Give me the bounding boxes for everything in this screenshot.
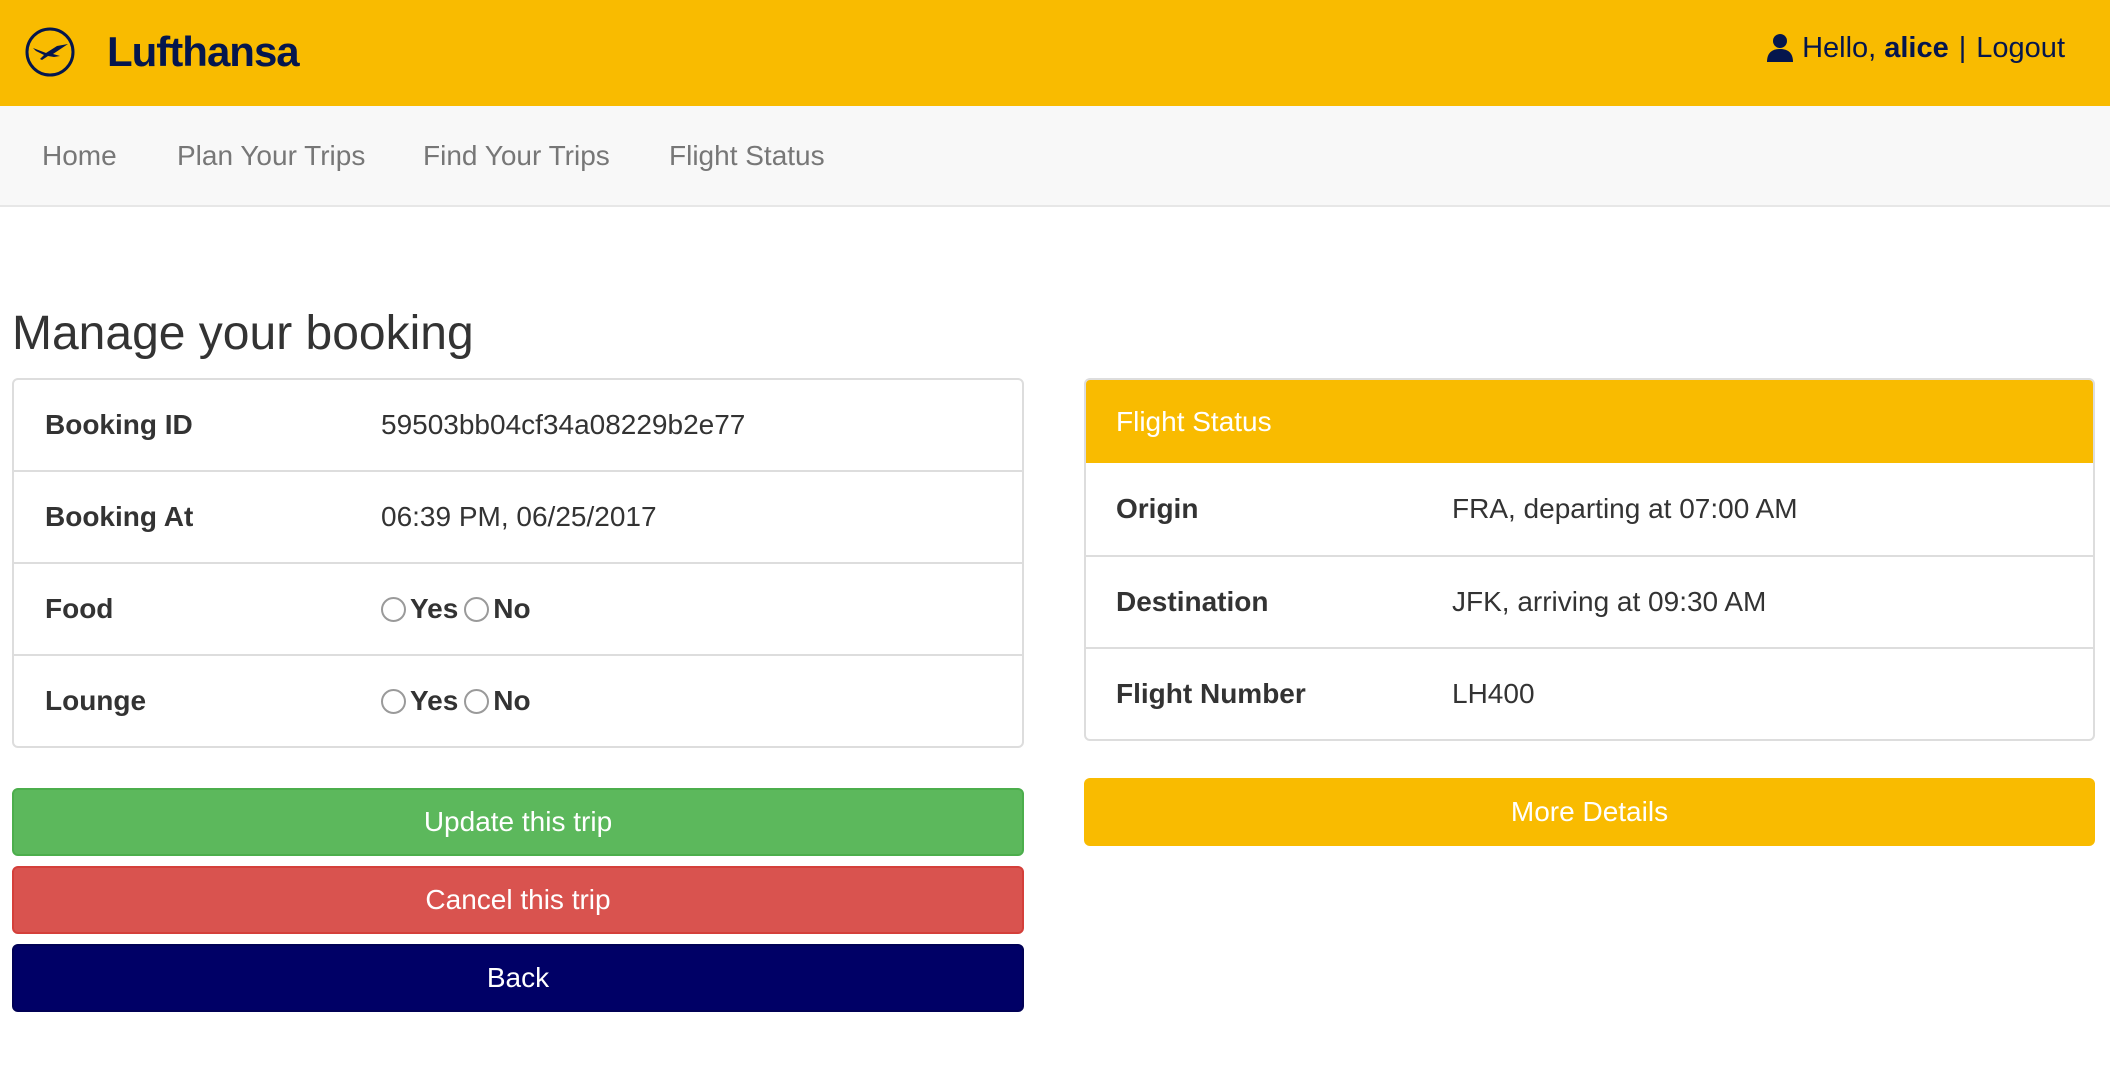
booking-id-label: Booking ID	[45, 409, 193, 440]
lounge-no-label[interactable]: No	[493, 685, 530, 717]
cancel-trip-button[interactable]: Cancel this trip	[12, 866, 1024, 934]
brand-name[interactable]: Lufthansa	[107, 26, 300, 78]
food-row: Food Yes No	[14, 562, 1022, 654]
food-no-label[interactable]: No	[493, 593, 530, 625]
lounge-row: Lounge Yes No	[14, 654, 1022, 746]
destination-row: Destination JFK, arriving at 09:30 AM	[1086, 555, 2093, 647]
nav-plan-your-trips[interactable]: Plan Your Trips	[177, 106, 365, 205]
flight-number-row: Flight Number LH400	[1086, 647, 2093, 739]
flight-number-label: Flight Number	[1116, 678, 1306, 709]
booking-at-row: Booking At 06:39 PM, 06/25/2017	[14, 470, 1022, 562]
booking-id-value: 59503bb04cf34a08229b2e77	[381, 409, 746, 440]
flight-status-panel: Flight Status Origin FRA, departing at 0…	[1084, 378, 2095, 741]
origin-value: FRA, departing at 07:00 AM	[1452, 493, 1798, 524]
nav-home[interactable]: Home	[42, 106, 117, 205]
nav-find-your-trips[interactable]: Find Your Trips	[423, 106, 610, 205]
user-icon	[1767, 34, 1794, 62]
origin-row: Origin FRA, departing at 07:00 AM	[1086, 463, 2093, 555]
booking-at-value: 06:39 PM, 06/25/2017	[381, 501, 657, 532]
lounge-no-radio[interactable]	[464, 688, 490, 714]
main-nav: Home Plan Your Trips Find Your Trips Fli…	[0, 106, 2110, 207]
lufthansa-crane-icon[interactable]	[24, 26, 76, 78]
top-header: Lufthansa Hello, alice | Logout	[0, 0, 2110, 106]
destination-value: JFK, arriving at 09:30 AM	[1452, 586, 1767, 617]
food-radio-group: Yes No	[381, 564, 537, 654]
lounge-label: Lounge	[45, 685, 147, 716]
origin-label: Origin	[1116, 493, 1199, 524]
page-title: Manage your booking	[12, 307, 474, 360]
food-label: Food	[45, 593, 114, 624]
booking-at-label: Booking At	[45, 501, 194, 532]
lounge-yes-radio[interactable]	[381, 688, 406, 714]
username: alice	[1884, 31, 1949, 64]
flight-number-value: LH400	[1452, 678, 1535, 709]
flight-status-heading: Flight Status	[1086, 380, 2093, 463]
food-no-radio[interactable]	[464, 596, 490, 622]
booking-id-row: Booking ID 59503bb04cf34a08229b2e77	[14, 380, 1022, 470]
header-separator: |	[1958, 31, 1967, 64]
logout-link[interactable]: Logout	[1976, 32, 2065, 65]
food-yes-radio[interactable]	[381, 596, 406, 622]
update-trip-button[interactable]: Update this trip	[12, 788, 1024, 856]
destination-label: Destination	[1116, 586, 1269, 617]
booking-details-table: Booking ID 59503bb04cf34a08229b2e77 Book…	[12, 378, 1024, 748]
nav-flight-status[interactable]: Flight Status	[669, 106, 825, 205]
food-yes-label[interactable]: Yes	[410, 593, 458, 625]
user-area: Hello, alice | Logout	[1766, 26, 2065, 70]
back-button[interactable]: Back	[12, 944, 1024, 1012]
lounge-yes-label[interactable]: Yes	[410, 685, 458, 717]
more-details-button[interactable]: More Details	[1084, 778, 2095, 846]
greeting-text: Hello,	[1802, 31, 1877, 64]
lounge-radio-group: Yes No	[381, 656, 537, 746]
